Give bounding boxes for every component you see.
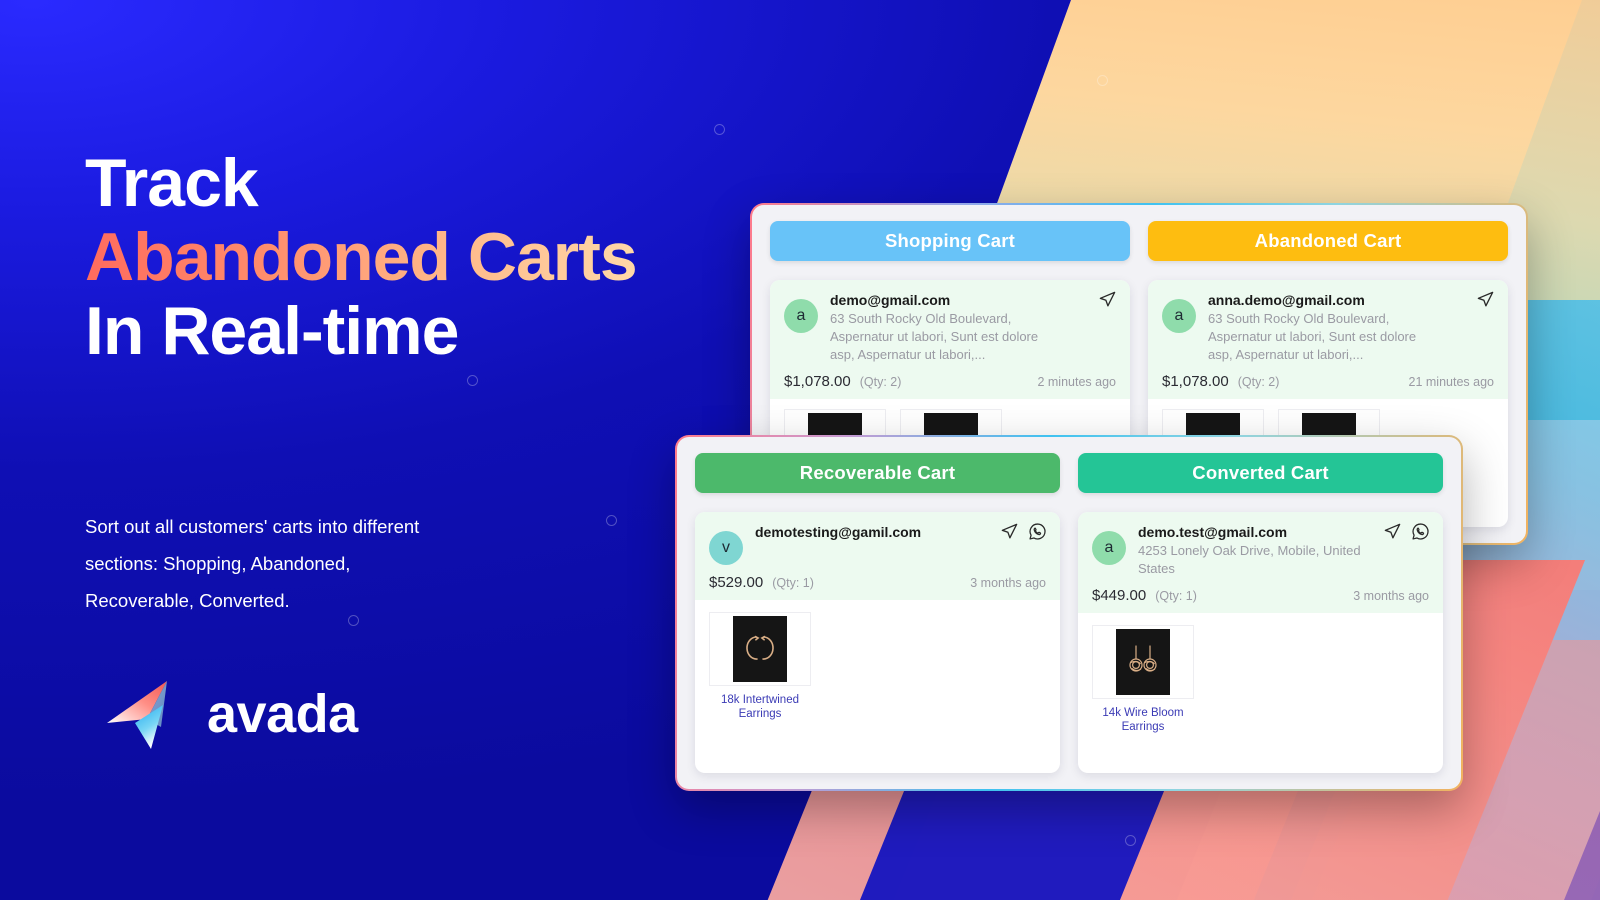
product-thumb[interactable]	[709, 612, 811, 686]
whatsapp-icon[interactable]	[1411, 522, 1430, 541]
send-icon[interactable]	[1098, 290, 1117, 309]
subcopy-line-3: Recoverable, Converted.	[85, 590, 290, 611]
cart-quantity: (Qty: 2)	[1237, 375, 1280, 389]
send-icon[interactable]	[1000, 522, 1019, 541]
avatar: a	[1162, 299, 1196, 333]
cart-price: $1,078.00	[1162, 373, 1229, 390]
product-item[interactable]: 14k Wire Bloom Earrings	[1092, 625, 1194, 734]
product-area: 14k Wire Bloom Earrings	[1078, 613, 1443, 748]
subcopy-line-2: sections: Shopping, Abandoned,	[85, 553, 351, 574]
hero-subcopy: Sort out all customers' carts into diffe…	[85, 508, 555, 619]
avada-logo-icon	[107, 681, 167, 749]
product-thumb[interactable]	[1092, 625, 1194, 699]
page-title: Track Abandoned Carts In Real-time	[85, 145, 638, 369]
decor-ring	[1125, 835, 1136, 846]
cart-card-recoverable[interactable]: v demotesting@gamil.com $529.00 (Qty: 1)…	[695, 512, 1060, 773]
tab-recoverable-cart[interactable]: Recoverable Cart	[695, 453, 1060, 493]
decor-ring	[1097, 75, 1108, 86]
brand-name: avada	[207, 684, 358, 744]
cart-action-icons	[1476, 290, 1495, 309]
cart-price: $449.00	[1092, 587, 1147, 604]
customer-email: demotesting@gamil.com	[755, 524, 922, 540]
cart-timestamp: 3 months ago	[1353, 589, 1429, 603]
headline-line-1: Track	[85, 145, 259, 221]
cart-timestamp: 2 minutes ago	[1037, 375, 1116, 389]
product-area: 18k Intertwined Earrings	[695, 600, 1060, 735]
customer-email: anna.demo@gmail.com	[1208, 292, 1365, 308]
cart-action-icons	[1383, 522, 1430, 541]
headline-line-3: In Real-time	[85, 293, 459, 369]
subcopy-line-1: Sort out all customers' carts into diffe…	[85, 516, 420, 537]
customer-email: demo.test@gmail.com	[1138, 524, 1288, 540]
hoop-earrings-icon	[746, 635, 774, 660]
cart-price: $529.00	[709, 574, 764, 591]
cart-timestamp: 3 months ago	[970, 576, 1046, 590]
cart-card-converted[interactable]: a demo.test@gmail.com 4253 Lonely Oak Dr…	[1078, 512, 1443, 773]
product-item[interactable]: 18k Intertwined Earrings	[709, 612, 811, 721]
tab-shopping-cart[interactable]: Shopping Cart	[770, 221, 1130, 261]
cart-quantity: (Qty: 1)	[772, 576, 814, 590]
cart-price: $1,078.00	[784, 373, 851, 390]
customer-address: 63 South Rocky Old Boulevard, Aspernatur…	[1208, 311, 1417, 362]
cart-panel-front: Recoverable Cart v demotesting@gamil.com…	[675, 435, 1463, 791]
product-name: 18k Intertwined Earrings	[721, 694, 799, 720]
cart-action-icons	[1098, 290, 1117, 309]
avatar: a	[1092, 531, 1126, 565]
hero-copy: Track Abandoned Carts In Real-time Sort …	[85, 0, 725, 900]
send-icon[interactable]	[1383, 522, 1402, 541]
cart-timestamp: 21 minutes ago	[1408, 375, 1494, 389]
whatsapp-icon[interactable]	[1028, 522, 1047, 541]
avatar: v	[709, 531, 743, 565]
cart-quantity: (Qty: 2)	[859, 375, 902, 389]
cart-quantity: (Qty: 1)	[1155, 589, 1197, 603]
product-name: 14k Wire Bloom Earrings	[1102, 707, 1184, 733]
avatar: a	[784, 299, 818, 333]
cart-action-icons	[1000, 522, 1047, 541]
send-icon[interactable]	[1476, 290, 1495, 309]
bloom-earrings-icon	[1129, 645, 1157, 672]
column-converted-cart: Converted Cart a demo.test@gmail.com 425…	[1078, 453, 1443, 773]
tab-abandoned-cart[interactable]: Abandoned Cart	[1148, 221, 1508, 261]
headline-line-2-accent: Abandoned Carts	[85, 219, 638, 295]
customer-email: demo@gmail.com	[830, 292, 951, 308]
tab-converted-cart[interactable]: Converted Cart	[1078, 453, 1443, 493]
customer-address: 63 South Rocky Old Boulevard, Aspernatur…	[830, 311, 1039, 362]
column-recoverable-cart: Recoverable Cart v demotesting@gamil.com…	[695, 453, 1060, 773]
brand-logo: avada	[105, 675, 358, 753]
customer-address: 4253 Lonely Oak Drive, Mobile, United St…	[1138, 543, 1361, 576]
